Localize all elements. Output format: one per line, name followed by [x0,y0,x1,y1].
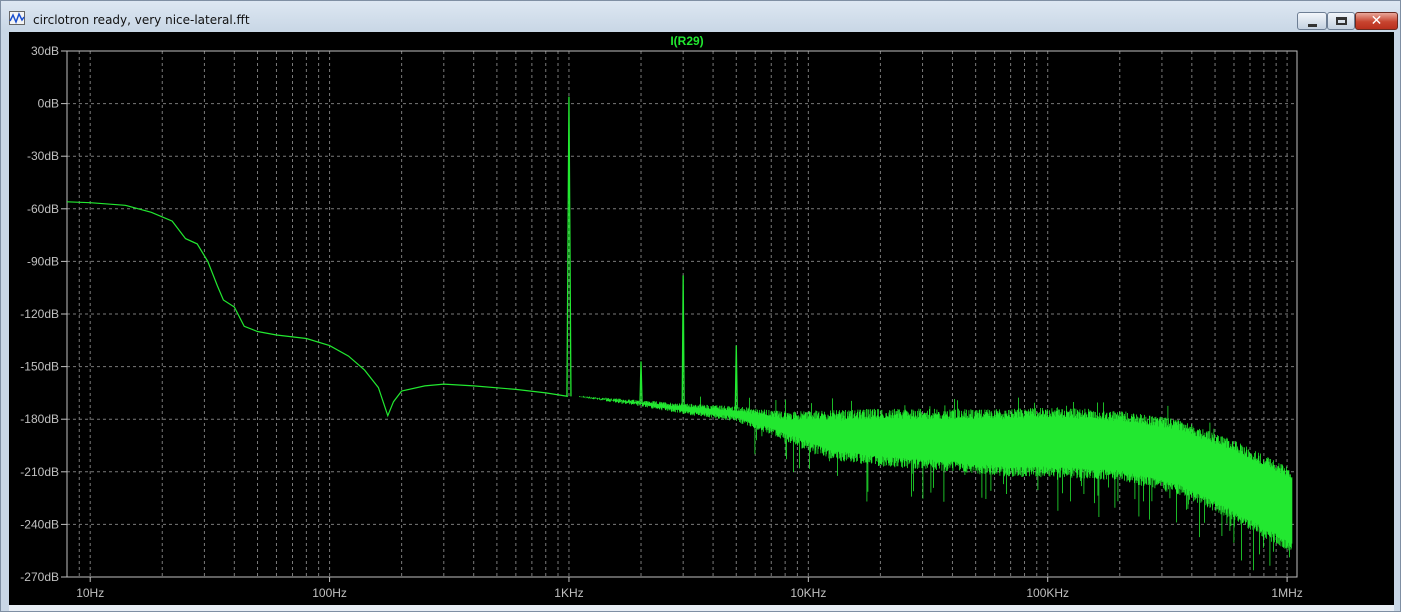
status-strip [9,605,1394,611]
app-window: circlotron ready, very nice-lateral.fft … [0,0,1401,612]
title-bar[interactable]: circlotron ready, very nice-lateral.fft … [1,1,1400,31]
y-tick-label: -120dB [20,307,59,321]
x-tick-label: 100Hz [312,586,347,600]
close-icon: ✕ [1370,13,1383,29]
plot-area[interactable]: 30dB 0dB -30dB -60dB -90dB -120dB -150dB -180dB… [9,32,1394,605]
y-tick-label: -150dB [20,360,59,374]
grid [66,50,1297,578]
maximize-icon [1336,17,1347,25]
maximize-button[interactable] [1327,12,1355,30]
y-tick-label: 0dB [38,97,59,111]
x-tick-label: 10Hz [76,586,104,600]
fft-chart[interactable]: 30dB 0dB -30dB -60dB -90dB -120dB -150dB -180dB… [9,32,1394,605]
y-tick-label: -240dB [20,517,59,531]
waveform-app-icon [9,11,25,25]
minimize-button[interactable] [1297,12,1327,30]
x-tick-label: 100KHz [1026,586,1069,600]
window-title: circlotron ready, very nice-lateral.fft [33,13,250,27]
y-tick-label: -270dB [20,570,59,584]
minimize-icon [1308,24,1317,27]
trace-title[interactable]: I(R29) [670,34,703,48]
x-tick-label: 1KHz [554,586,583,600]
y-tick-label: 30dB [31,44,59,58]
trace-low-frequency [66,201,568,418]
y-axis-labels: 30dB 0dB -30dB -60dB -90dB -120dB -150dB -180dB… [20,44,67,584]
y-tick-label: -30dB [27,149,59,163]
y-tick-label: -180dB [20,412,59,426]
noise-floor-band [579,395,1293,571]
close-button[interactable]: ✕ [1355,12,1398,30]
y-tick-label: -210dB [20,465,59,479]
y-tick-label: -60dB [27,202,59,216]
x-tick-label: 10KHz [790,586,826,600]
y-tick-label: -90dB [27,254,59,268]
x-tick-label: 1MHz [1271,586,1302,600]
x-axis-labels: 10Hz 100Hz 1KHz 10KHz 100KHz 1MHz [76,577,1303,600]
trace-layer [66,96,1293,571]
